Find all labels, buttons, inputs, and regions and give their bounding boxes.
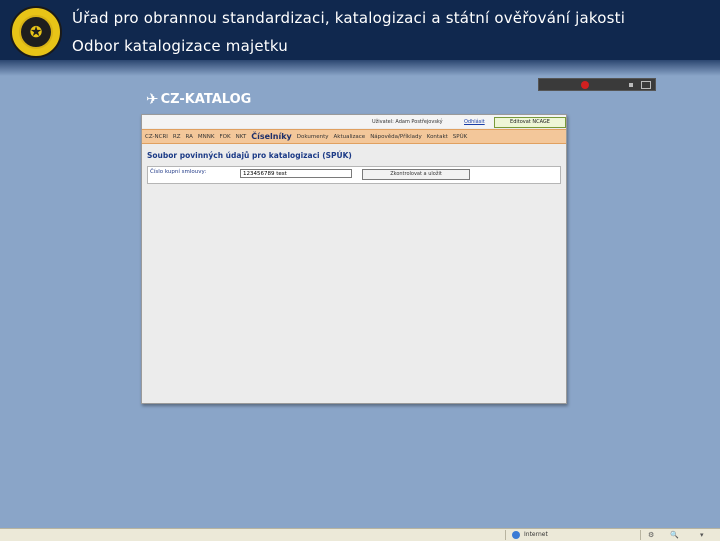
- chevron-down-icon[interactable]: ▾: [700, 531, 704, 539]
- menu-item-napoveda[interactable]: Nápověda/Příklady: [370, 134, 422, 140]
- menu-item-cz-ncri[interactable]: CZ-NCRI: [145, 134, 168, 140]
- plane-icon: ✈: [146, 90, 159, 108]
- page-subtitle: Odbor katalogizace majetku: [72, 37, 289, 55]
- menu-item-aktualizace[interactable]: Aktualizace: [334, 134, 366, 140]
- app-logo-text: CZ-KATALOG: [160, 91, 252, 107]
- menu-item-nkt[interactable]: NKT: [236, 134, 247, 140]
- record-icon[interactable]: [581, 80, 589, 89]
- status-separator: [640, 530, 641, 540]
- menu-item-kontakt[interactable]: Kontakt: [427, 134, 448, 140]
- grid-icon[interactable]: [641, 80, 651, 89]
- menu-item-spuk[interactable]: SPÚK: [453, 134, 467, 140]
- menu-item-fok[interactable]: FOK: [219, 134, 230, 140]
- user-name: Uživatel: Adam Postřejovský: [372, 119, 443, 125]
- menu-item-dokumenty[interactable]: Dokumenty: [297, 134, 329, 140]
- edit-ncage-button[interactable]: Editovat NCAGE: [494, 117, 566, 128]
- status-separator: [505, 530, 506, 540]
- browser-toolbar: [538, 78, 656, 91]
- main-menu: CZ-NCRI RZ RA MNNK FOK NKT Číselníky Dok…: [142, 129, 566, 144]
- contract-number-input[interactable]: [240, 169, 352, 178]
- menu-item-ra[interactable]: RA: [186, 134, 193, 140]
- app-logo[interactable]: ✈ CZ-KATALOG: [146, 90, 251, 108]
- settings-icon[interactable]: [629, 82, 633, 87]
- menu-item-rz[interactable]: RZ: [173, 134, 181, 140]
- header-banner: ✪ Úřad pro obrannou standardizaci, katal…: [0, 0, 720, 64]
- contract-form: Číslo kupní smlouvy: Zkontrolovat a ulož…: [147, 166, 561, 184]
- logout-link[interactable]: Odhlásit: [464, 119, 485, 125]
- emblem-logo: ✪: [10, 6, 62, 58]
- zoom-icon[interactable]: 🔍: [670, 531, 679, 539]
- security-zone-label: Internet: [524, 531, 548, 538]
- app-window: Uživatel: Adam Postřejovský Odhlásit Edi…: [141, 114, 567, 404]
- user-bar: Uživatel: Adam Postřejovský Odhlásit Edi…: [142, 115, 566, 128]
- menu-item-mnnk[interactable]: MNNK: [198, 134, 215, 140]
- globe-icon: [512, 531, 520, 539]
- section-title: Soubor povinných údajů pro katalogizaci …: [147, 151, 352, 160]
- check-save-button[interactable]: Zkontrolovat a uložit: [362, 169, 470, 180]
- contract-number-label: Číslo kupní smlouvy:: [150, 169, 207, 175]
- protected-mode-icon[interactable]: ⚙: [648, 531, 654, 539]
- status-bar: Internet ⚙ 🔍 ▾: [0, 528, 720, 541]
- menu-item-ciselniky[interactable]: Číselníky: [251, 132, 292, 141]
- shield-icon: ✪: [19, 15, 53, 49]
- banner-divider: [0, 60, 720, 76]
- page-title: Úřad pro obrannou standardizaci, katalog…: [72, 9, 626, 27]
